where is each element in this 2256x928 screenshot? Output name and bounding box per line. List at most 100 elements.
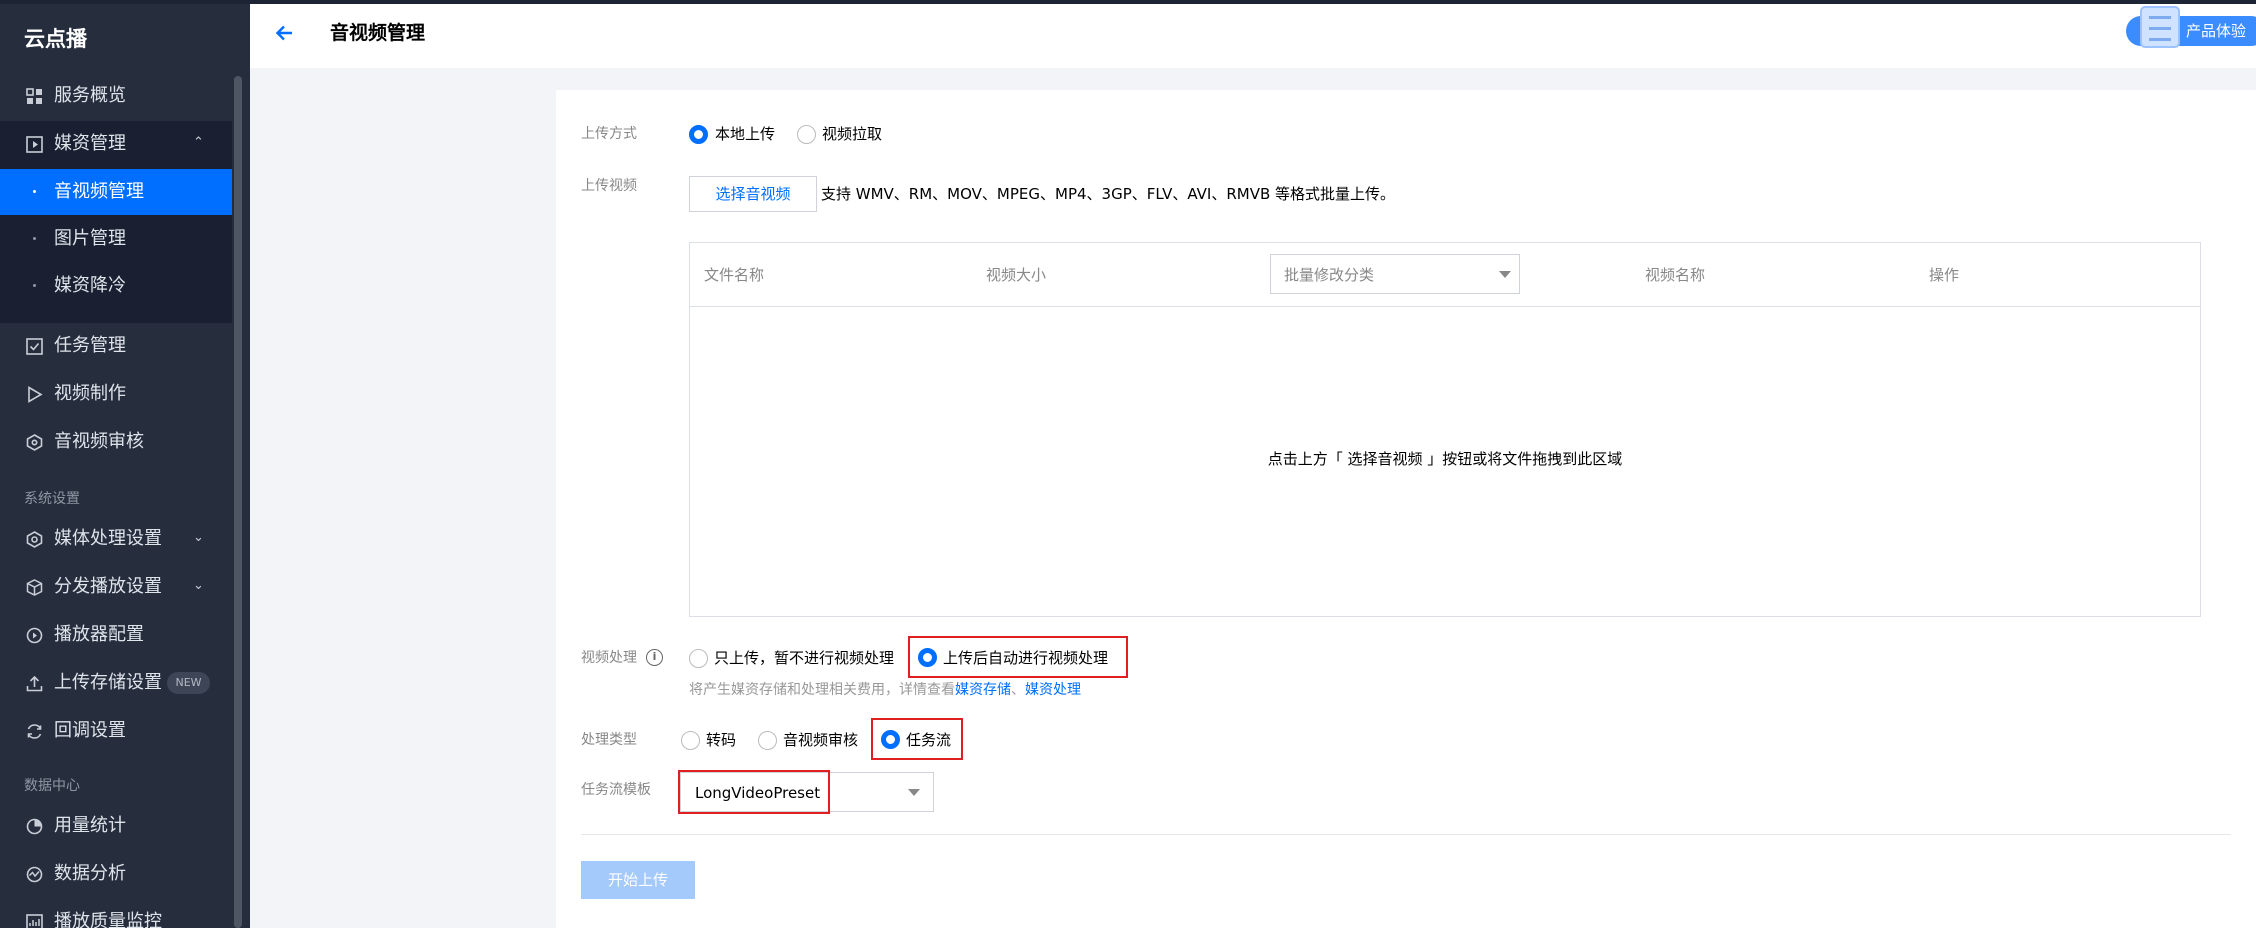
workflow-template-label: 任务流模板 <box>581 782 651 798</box>
grid-icon <box>26 88 42 104</box>
caret-down-icon <box>1499 271 1511 278</box>
sidebar-item-label: 播放质量监控 <box>54 911 162 928</box>
sidebar-subitem-cold-storage[interactable]: 媒资降冷 <box>0 263 232 309</box>
batch-category-select[interactable]: 批量修改分类 <box>1270 254 1520 294</box>
settings-icon <box>26 531 43 548</box>
sidebar-item-label: 媒体处理设置 <box>54 528 162 549</box>
media-storage-link[interactable]: 媒资存储 <box>955 682 1011 698</box>
sidebar-subitem-label: 音视频管理 <box>54 181 144 202</box>
sidebar-subitem-av-management[interactable]: 音视频管理 <box>0 169 232 215</box>
sidebar-item-label: 回调设置 <box>54 720 126 741</box>
bullet-icon <box>33 284 36 287</box>
sidebar-item-label: 音视频审核 <box>54 431 144 452</box>
header: 音视频管理 产品体验 <box>250 0 2256 68</box>
sidebar-subitem-label: 图片管理 <box>54 228 126 249</box>
upload-file-table[interactable]: 文件名称 视频大小 批量修改分类 视频名称 操作 点击上方「 选择音视频 」按钮… <box>689 242 2201 617</box>
sidebar-item-media-processing-settings[interactable]: 媒体处理设置 ⌄ <box>0 516 232 562</box>
pie-chart-icon <box>26 818 43 835</box>
radio-local-upload-label[interactable]: 本地上传 <box>715 124 775 144</box>
sidebar-item-upload-storage-settings[interactable]: 上传存储设置 NEW <box>0 660 232 706</box>
highlight-box-workflow-template <box>678 770 830 814</box>
page-title: 音视频管理 <box>330 22 426 44</box>
radio-local-upload[interactable] <box>689 125 708 144</box>
sidebar-item-data-analysis[interactable]: 数据分析 <box>0 851 232 897</box>
sidebar-item-label: 播放器配置 <box>54 624 144 645</box>
shield-check-icon <box>26 434 43 451</box>
upload-video-label: 上传视频 <box>581 178 637 194</box>
chevron-up-icon: ⌃ <box>193 135 204 150</box>
sidebar-item-overview[interactable]: 服务概览 <box>0 73 232 119</box>
column-video-name: 视频名称 <box>1645 266 1706 284</box>
chevron-down-icon: ⌄ <box>193 578 204 593</box>
fee-note: 将产生媒资存储和处理相关费用，详情查看媒资存储、媒资处理 <box>689 680 1081 700</box>
chevron-down-icon: ⌄ <box>193 530 204 545</box>
bullet-icon <box>33 237 36 240</box>
sidebar-item-label: 上传存储设置 <box>54 672 162 693</box>
sidebar-item-label: 分发播放设置 <box>54 576 162 597</box>
column-video-size: 视频大小 <box>986 266 1047 284</box>
radio-av-review[interactable] <box>758 731 777 750</box>
refresh-icon <box>27 724 42 739</box>
sidebar-item-label: 服务概览 <box>54 85 126 106</box>
sidebar-top-line <box>0 0 250 4</box>
upload-method-label: 上传方式 <box>581 126 637 142</box>
radio-workflow[interactable] <box>881 730 900 749</box>
video-processing-label: 视频处理 <box>581 650 637 666</box>
product-experience-label: 产品体验 <box>2186 22 2247 40</box>
radio-upload-only-label[interactable]: 只上传，暂不进行视频处理 <box>714 648 894 668</box>
radio-auto-processing[interactable] <box>918 648 937 667</box>
sidebar: 云点播 服务概览 媒资管理 ⌃ 音视频管理 图片管理 媒资降冷 任务管理 视频制… <box>0 0 250 928</box>
radio-video-pull[interactable] <box>797 125 816 144</box>
back-arrow-icon[interactable] <box>270 18 300 48</box>
info-icon[interactable]: i <box>646 649 663 666</box>
sidebar-item-callback-settings[interactable]: 回调设置 <box>0 708 232 754</box>
fee-note-text: 将产生媒资存储和处理相关费用，详情查看 <box>689 682 955 698</box>
document-icon <box>2140 6 2180 48</box>
radio-auto-processing-label[interactable]: 上传后自动进行视频处理 <box>943 648 1108 668</box>
processing-type-label: 处理类型 <box>581 732 637 748</box>
sidebar-subitem-image-management[interactable]: 图片管理 <box>0 216 232 262</box>
sidebar-item-media-assets[interactable]: 媒资管理 ⌃ <box>0 121 232 167</box>
select-media-button[interactable]: 选择音视频 <box>689 176 817 212</box>
sidebar-scrollbar[interactable] <box>234 76 242 928</box>
caret-down-icon <box>908 789 920 796</box>
cube-icon <box>26 579 43 596</box>
radio-upload-only[interactable] <box>689 649 708 668</box>
drop-zone-message: 点击上方「 选择音视频 」按钮或将文件拖拽到此区域 <box>1267 450 1623 468</box>
supported-formats-hint: 支持 WMV、RM、MOV、MPEG、MP4、3GP、FLV、AVI、RMVB … <box>821 185 1396 203</box>
sidebar-item-av-review[interactable]: 音视频审核 <box>0 419 232 465</box>
column-file-name: 文件名称 <box>704 266 765 284</box>
play-box-icon <box>26 136 43 153</box>
checkbox-icon <box>26 338 43 355</box>
sidebar-item-distribution-settings[interactable]: 分发播放设置 ⌄ <box>0 564 232 610</box>
monitor-icon <box>26 914 43 928</box>
section-label-system-settings: 系统设置 <box>24 491 80 507</box>
fee-note-separator: 、 <box>1011 682 1025 698</box>
upload-form-card: 上传方式 本地上传 视频拉取 上传视频 选择音视频 支持 WMV、RM、MOV、… <box>556 90 2256 928</box>
new-badge: NEW <box>167 672 210 694</box>
logo[interactable]: 云点播 <box>24 24 87 54</box>
radio-workflow-label[interactable]: 任务流 <box>906 730 951 750</box>
radio-video-pull-label[interactable]: 视频拉取 <box>822 124 882 144</box>
sidebar-item-task-management[interactable]: 任务管理 <box>0 323 232 369</box>
section-label-data-center: 数据中心 <box>24 778 80 794</box>
player-gear-icon <box>26 627 43 644</box>
media-processing-link[interactable]: 媒资处理 <box>1025 682 1081 698</box>
sidebar-item-playback-quality[interactable]: 播放质量监控 <box>0 899 232 928</box>
analytics-icon <box>26 866 43 883</box>
radio-transcode-label[interactable]: 转码 <box>706 730 736 750</box>
batch-category-placeholder: 批量修改分类 <box>1284 266 1375 284</box>
upload-icon <box>26 675 43 692</box>
sidebar-item-video-production[interactable]: 视频制作 <box>0 371 232 417</box>
sidebar-subitem-label: 媒资降冷 <box>54 275 126 296</box>
submenu-container: 音视频管理 图片管理 媒资降冷 <box>0 167 232 323</box>
play-icon <box>28 386 43 403</box>
start-upload-button[interactable]: 开始上传 <box>581 861 695 899</box>
sidebar-item-label: 视频制作 <box>54 383 126 404</box>
bullet-icon <box>33 190 36 193</box>
radio-av-review-label[interactable]: 音视频审核 <box>783 730 858 750</box>
sidebar-item-usage-stats[interactable]: 用量统计 <box>0 803 232 849</box>
sidebar-item-player-config[interactable]: 播放器配置 <box>0 612 232 658</box>
radio-transcode[interactable] <box>681 731 700 750</box>
sidebar-item-label: 任务管理 <box>54 335 126 356</box>
